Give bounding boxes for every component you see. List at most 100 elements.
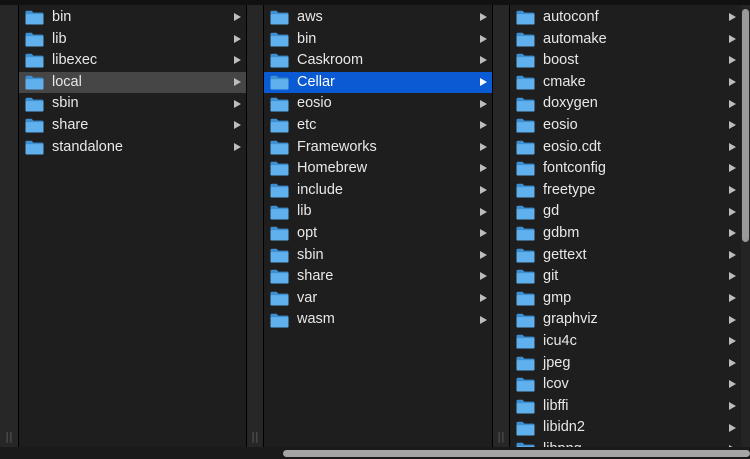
folder-name: local — [52, 73, 82, 90]
folder-name: bin — [52, 9, 72, 25]
folder-row-local[interactable]: local — [18, 71, 246, 94]
folder-icon — [516, 205, 535, 220]
folder-row-share[interactable]: share — [18, 115, 246, 137]
folder-icon — [516, 10, 535, 25]
folder-icon — [516, 356, 535, 371]
folder-row-autoconf[interactable]: autoconf — [509, 7, 741, 29]
folder-row-bin[interactable]: bin — [18, 7, 246, 29]
folder-icon — [516, 75, 535, 90]
chevron-right-icon — [729, 315, 736, 324]
column-resize-handle-icon[interactable]: || — [497, 431, 505, 443]
chevron-right-icon — [729, 294, 736, 303]
folder-icon — [270, 161, 289, 176]
chevron-right-icon — [729, 380, 736, 389]
folder-row-jpeg[interactable]: jpeg — [509, 353, 741, 375]
horizontal-scrollbar[interactable] — [0, 447, 750, 459]
folder-icon — [516, 226, 535, 241]
chevron-right-icon — [729, 78, 736, 87]
vertical-scrollbar-thumb[interactable] — [742, 9, 749, 242]
chevron-right-icon — [234, 78, 241, 87]
folder-row-lib[interactable]: lib — [18, 29, 246, 51]
folder-icon — [25, 140, 44, 155]
horizontal-scrollbar-thumb[interactable] — [283, 450, 750, 457]
folder-row-libexec[interactable]: libexec — [18, 50, 246, 72]
chevron-right-icon — [480, 186, 487, 195]
folder-name: bin — [297, 30, 317, 47]
column-divider — [492, 5, 493, 447]
folder-row-cmake[interactable]: cmake — [509, 72, 741, 94]
chevron-right-icon — [480, 164, 487, 173]
folder-row-eosio[interactable]: eosio — [509, 115, 741, 137]
folder-name: lcov — [543, 376, 569, 393]
folder-row-libidn2[interactable]: libidn2 — [509, 417, 741, 439]
folder-row-boost[interactable]: boost — [509, 50, 741, 72]
folder-row-graphviz[interactable]: graphviz — [509, 309, 741, 331]
folder-icon — [516, 183, 535, 198]
folder-row-lcov[interactable]: lcov — [509, 374, 741, 396]
folder-row-icu4c[interactable]: icu4c — [509, 331, 741, 353]
folder-row-eosio-cdt[interactable]: eosio.cdt — [509, 137, 741, 159]
folder-row-wasm[interactable]: wasm — [263, 309, 492, 331]
column-resize-handle-icon[interactable]: || — [5, 431, 13, 443]
column-divider — [18, 5, 19, 447]
folder-row-freetype[interactable]: freetype — [509, 180, 741, 202]
folder-row-share[interactable]: share — [263, 266, 492, 288]
folder-row-caskroom[interactable]: Caskroom — [263, 50, 492, 72]
folder-row-etc[interactable]: etc — [263, 115, 492, 137]
folder-row-automake[interactable]: automake — [509, 29, 741, 51]
chevron-right-icon — [729, 99, 736, 108]
column-resize-handle-icon[interactable]: || — [251, 431, 259, 443]
folder-row-libffi[interactable]: libffi — [509, 396, 741, 418]
folder-name: gdbm — [543, 225, 580, 241]
folder-row-git[interactable]: git — [509, 266, 741, 288]
folder-row-cellar[interactable]: Cellar — [263, 71, 492, 94]
folder-icon — [516, 97, 535, 112]
chevron-right-icon — [729, 164, 736, 173]
folder-icon — [516, 32, 535, 47]
folder-icon — [25, 75, 44, 90]
folder-row-include[interactable]: include — [263, 180, 492, 202]
chevron-right-icon — [234, 121, 241, 130]
folder-icon — [270, 10, 289, 25]
folder-row-libpng[interactable]: libpng — [509, 439, 741, 447]
folder-icon — [270, 140, 289, 155]
folder-row-eosio[interactable]: eosio — [263, 93, 492, 115]
column-usr: bin lib libexec local sbin share standalone — [18, 5, 246, 447]
folder-row-sbin[interactable]: sbin — [18, 93, 246, 115]
folder-row-doxygen[interactable]: doxygen — [509, 93, 741, 115]
folder-icon — [516, 140, 535, 155]
folder-icon — [25, 97, 44, 112]
folder-row-gd[interactable]: gd — [509, 201, 741, 223]
folder-row-standalone[interactable]: standalone — [18, 137, 246, 159]
folder-row-aws[interactable]: aws — [263, 7, 492, 29]
chevron-right-icon — [480, 13, 487, 22]
folder-row-var[interactable]: var — [263, 288, 492, 310]
folder-icon — [516, 248, 535, 263]
vertical-scrollbar[interactable] — [741, 5, 750, 447]
folder-icon — [25, 10, 44, 25]
folder-icon — [516, 313, 535, 328]
folder-name: standalone — [52, 138, 123, 155]
folder-row-bin[interactable]: bin — [263, 29, 492, 51]
folder-name: doxygen — [543, 95, 598, 112]
chevron-right-icon — [234, 13, 241, 22]
folder-row-gmp[interactable]: gmp — [509, 288, 741, 310]
folder-row-opt[interactable]: opt — [263, 223, 492, 245]
folder-row-lib[interactable]: lib — [263, 201, 492, 223]
chevron-right-icon — [480, 315, 487, 324]
folder-name: share — [297, 268, 334, 285]
folder-row-homebrew[interactable]: Homebrew — [263, 158, 492, 180]
folder-row-sbin[interactable]: sbin — [263, 245, 492, 267]
folder-row-fontconfig[interactable]: fontconfig — [509, 158, 741, 180]
folder-row-gettext[interactable]: gettext — [509, 245, 741, 267]
folder-name: automake — [543, 30, 607, 47]
folder-icon — [270, 269, 289, 284]
column-divider — [509, 5, 510, 447]
folder-row-gdbm[interactable]: gdbm — [509, 223, 741, 245]
folder-icon — [516, 53, 535, 68]
column-gutter — [0, 5, 18, 447]
folder-row-frameworks[interactable]: Frameworks — [263, 137, 492, 159]
folder-name: cmake — [543, 73, 586, 90]
folder-icon — [516, 334, 535, 349]
chevron-right-icon — [480, 121, 487, 130]
